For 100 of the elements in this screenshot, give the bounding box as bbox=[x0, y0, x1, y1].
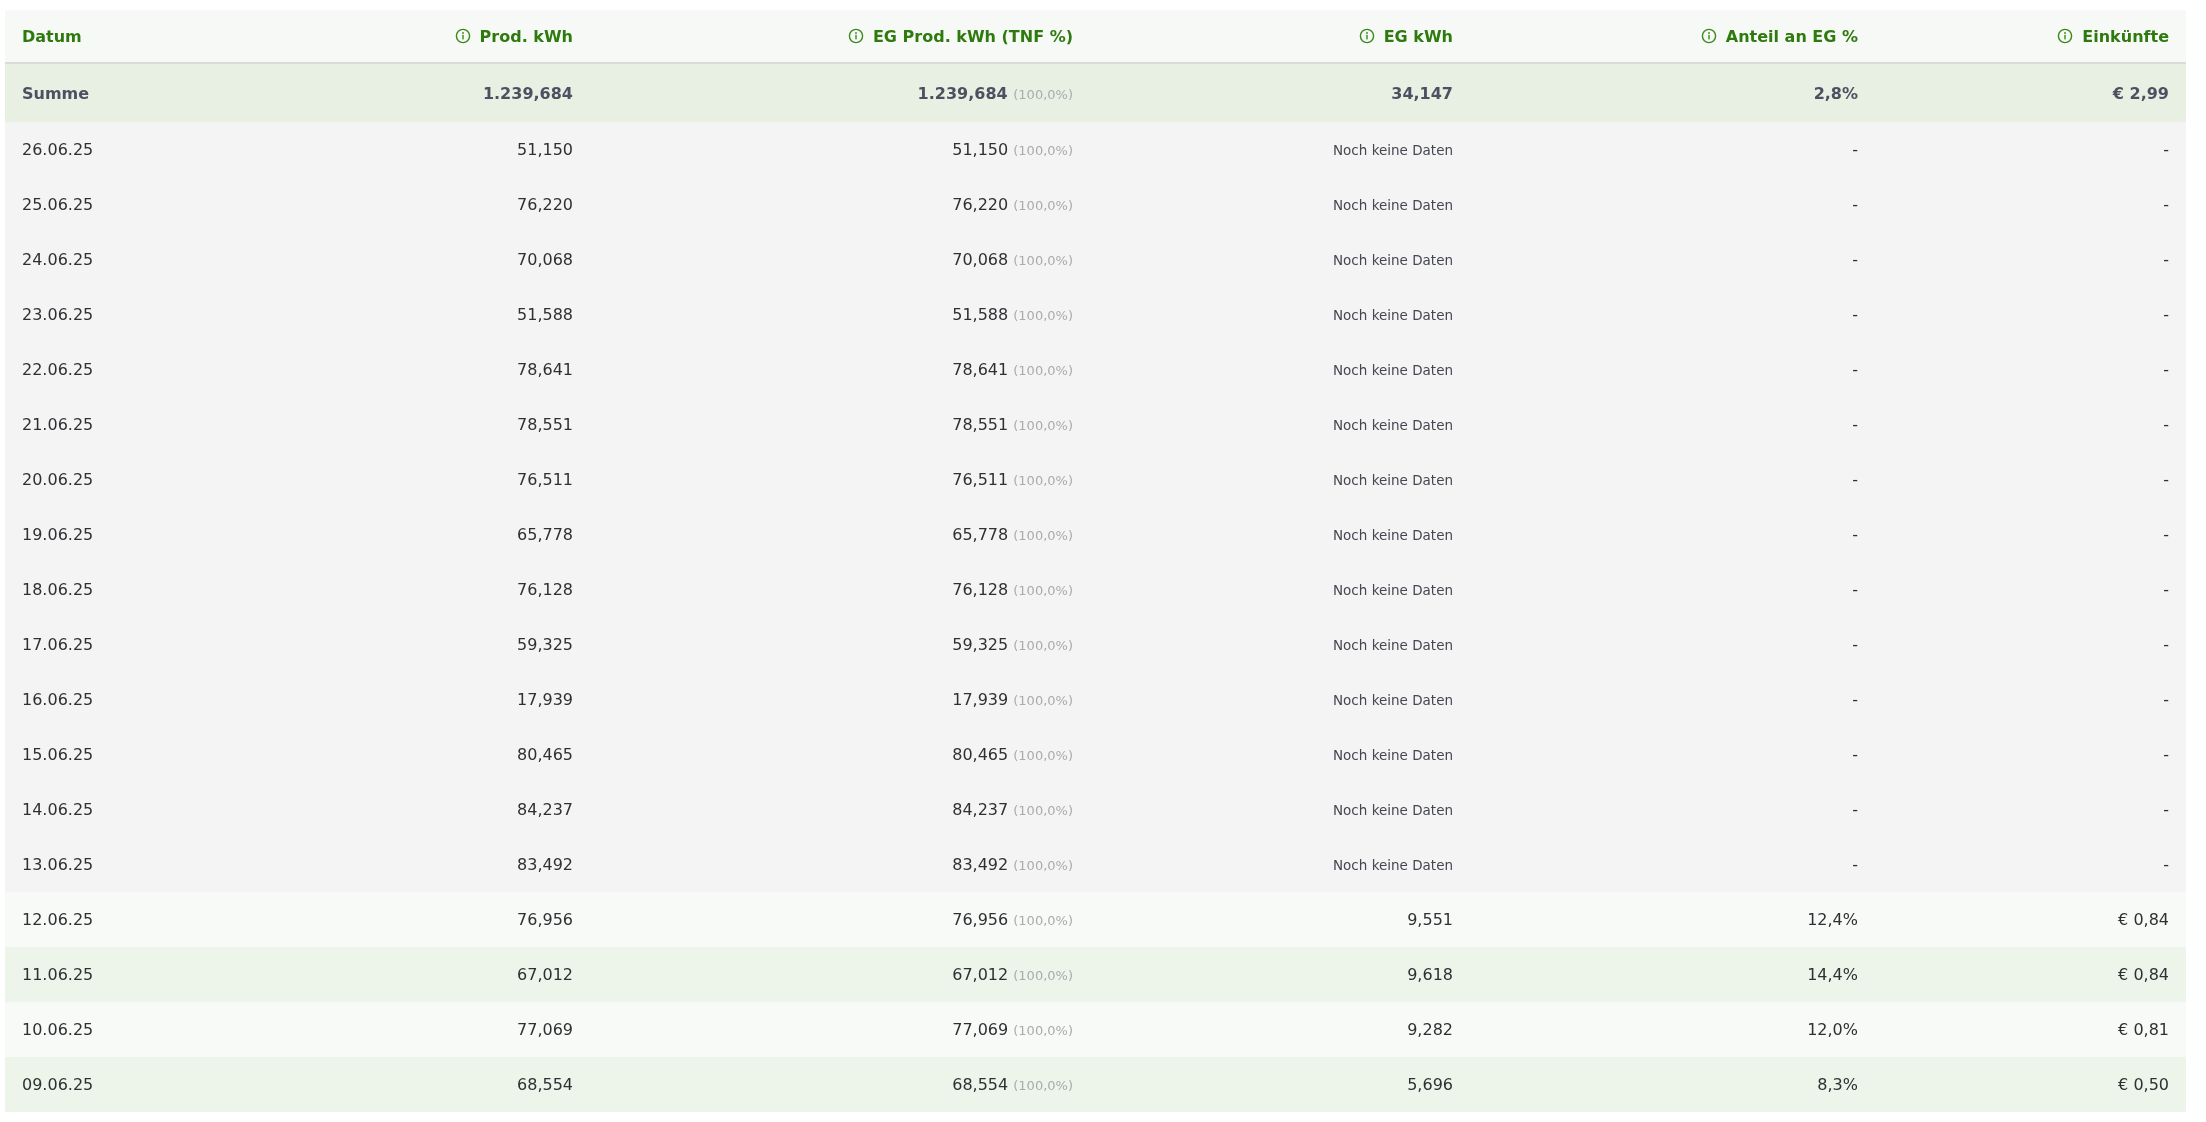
table-cell: 78,641 bbox=[952, 360, 1009, 379]
info-icon[interactable] bbox=[1700, 27, 1717, 44]
column-header: Einkünfte bbox=[1875, 10, 2186, 63]
table-cell: - bbox=[1875, 122, 2186, 177]
status-text: Noch keine Daten bbox=[1333, 417, 1453, 433]
percent-label: (100,0%) bbox=[1013, 858, 1073, 873]
percent-label: (100,0%) bbox=[1013, 143, 1073, 158]
table-cell: - bbox=[1470, 397, 1875, 452]
table-cell: 76,956 bbox=[255, 892, 590, 947]
table-cell: 25.06.25 bbox=[5, 177, 255, 232]
table-cell: 8,3% bbox=[1470, 1057, 1875, 1112]
status-text: Noch keine Daten bbox=[1333, 582, 1453, 598]
table-cell: 26.06.25 bbox=[5, 122, 255, 177]
table-cell: 77,069 bbox=[952, 1020, 1009, 1039]
table-cell: 78,551 bbox=[952, 415, 1009, 434]
table-cell: 21.06.25 bbox=[5, 397, 255, 452]
table-cell: - bbox=[1470, 562, 1875, 617]
table-cell: 15.06.25 bbox=[5, 727, 255, 782]
table-cell: - bbox=[1875, 617, 2186, 672]
percent-label: (100,0%) bbox=[1013, 308, 1073, 323]
table-cell: - bbox=[1470, 342, 1875, 397]
percent-label: (100,0%) bbox=[1013, 1023, 1073, 1038]
table-cell: - bbox=[1875, 727, 2186, 782]
table-cell: 18.06.25 bbox=[5, 562, 255, 617]
table-cell: € 0,84 bbox=[1875, 947, 2186, 1002]
table-cell: 76,128 bbox=[952, 580, 1009, 599]
table-cell: 78,641 bbox=[255, 342, 590, 397]
table-cell: - bbox=[1875, 397, 2186, 452]
column-header: Anteil an EG % bbox=[1470, 10, 1875, 63]
column-header: EG kWh bbox=[1090, 10, 1470, 63]
table-cell: 59,325 bbox=[952, 635, 1009, 654]
table-cell: 78,551 bbox=[255, 397, 590, 452]
table-cell: - bbox=[1875, 562, 2186, 617]
info-icon[interactable] bbox=[2057, 27, 2074, 44]
table-cell: 51,588 bbox=[255, 287, 590, 342]
percent-label: (100,0%) bbox=[1013, 86, 1073, 102]
table-cell: 14,4% bbox=[1470, 947, 1875, 1002]
status-text: Noch keine Daten bbox=[1333, 307, 1453, 323]
table-cell: 09.06.25 bbox=[5, 1057, 255, 1112]
table-cell: - bbox=[1470, 287, 1875, 342]
table-cell: 11.06.25 bbox=[5, 947, 255, 1002]
table-cell: 68,554 bbox=[952, 1075, 1009, 1094]
table-cell: - bbox=[1875, 177, 2186, 232]
table-cell: - bbox=[1470, 782, 1875, 837]
table-cell: 68,554 bbox=[255, 1057, 590, 1112]
table-cell: 84,237 bbox=[255, 782, 590, 837]
table-cell: - bbox=[1470, 727, 1875, 782]
table-cell: - bbox=[1470, 177, 1875, 232]
table-cell: 1.239,684 bbox=[255, 63, 590, 122]
percent-label: (100,0%) bbox=[1013, 913, 1073, 928]
table-cell: 12,0% bbox=[1470, 1002, 1875, 1057]
column-header: EG Prod. kWh (TNF %) bbox=[590, 10, 1090, 63]
table-cell: - bbox=[1470, 617, 1875, 672]
table-cell: 9,551 bbox=[1407, 910, 1453, 929]
table-cell: 51,588 bbox=[952, 305, 1009, 324]
table-cell: € 0,84 bbox=[1875, 892, 2186, 947]
table-cell: 12.06.25 bbox=[5, 892, 255, 947]
table-cell: - bbox=[1875, 452, 2186, 507]
table-cell: - bbox=[1875, 342, 2186, 397]
table-cell: 13.06.25 bbox=[5, 837, 255, 892]
table-cell: 17.06.25 bbox=[5, 617, 255, 672]
table-cell: 2,8% bbox=[1470, 63, 1875, 122]
info-icon[interactable] bbox=[1358, 27, 1375, 44]
table-cell: 12,4% bbox=[1470, 892, 1875, 947]
column-header: Datum bbox=[5, 10, 255, 63]
table-cell: 23.06.25 bbox=[5, 287, 255, 342]
info-icon[interactable] bbox=[454, 27, 471, 44]
table-cell: - bbox=[1470, 452, 1875, 507]
table-cell: 51,150 bbox=[255, 122, 590, 177]
percent-label: (100,0%) bbox=[1013, 968, 1073, 983]
status-text: Noch keine Daten bbox=[1333, 472, 1453, 488]
table-cell: 76,511 bbox=[952, 470, 1009, 489]
status-text: Noch keine Daten bbox=[1333, 362, 1453, 378]
table-cell: - bbox=[1875, 287, 2186, 342]
table-cell: € 0,81 bbox=[1875, 1002, 2186, 1057]
table-cell: - bbox=[1875, 232, 2186, 287]
table-cell: 16.06.25 bbox=[5, 672, 255, 727]
table-cell: 76,956 bbox=[952, 910, 1009, 929]
percent-label: (100,0%) bbox=[1013, 693, 1073, 708]
table-cell: - bbox=[1875, 782, 2186, 837]
status-text: Noch keine Daten bbox=[1333, 747, 1453, 763]
percent-label: (100,0%) bbox=[1013, 638, 1073, 653]
percent-label: (100,0%) bbox=[1013, 528, 1073, 543]
status-text: Noch keine Daten bbox=[1333, 857, 1453, 873]
table-cell: € 2,99 bbox=[1875, 63, 2186, 122]
table-cell: 84,237 bbox=[952, 800, 1009, 819]
table-cell: Summe bbox=[5, 63, 255, 122]
table-cell: € 0,50 bbox=[1875, 1057, 2186, 1112]
status-text: Noch keine Daten bbox=[1333, 197, 1453, 213]
percent-label: (100,0%) bbox=[1013, 803, 1073, 818]
percent-label: (100,0%) bbox=[1013, 748, 1073, 763]
table-cell: 83,492 bbox=[952, 855, 1009, 874]
table-cell: 76,128 bbox=[255, 562, 590, 617]
info-icon[interactable] bbox=[847, 27, 864, 44]
table-cell: 51,150 bbox=[952, 140, 1009, 159]
status-text: Noch keine Daten bbox=[1333, 527, 1453, 543]
table-cell: - bbox=[1470, 507, 1875, 562]
table-cell: 67,012 bbox=[952, 965, 1009, 984]
status-text: Noch keine Daten bbox=[1333, 252, 1453, 268]
table-cell: 67,012 bbox=[255, 947, 590, 1002]
